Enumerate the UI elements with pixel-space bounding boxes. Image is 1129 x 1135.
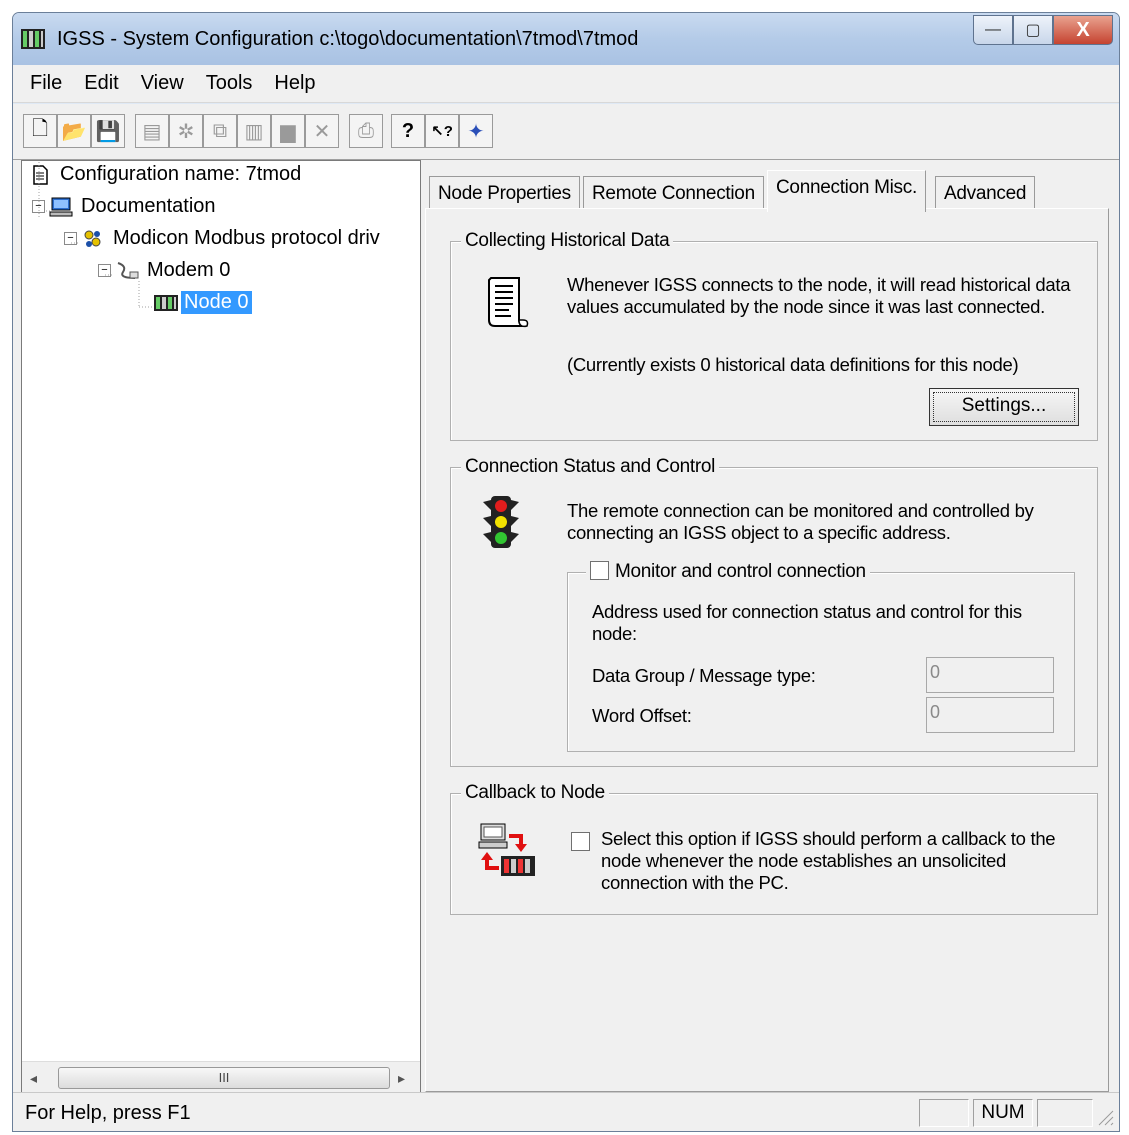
scroll-right-icon[interactable]: ▸ (398, 1070, 405, 1087)
connection-status-group: Connection Status and Control The remote… (450, 456, 1098, 767)
document-icon (33, 164, 48, 185)
collapse-icon[interactable]: − (64, 232, 77, 245)
menu-help[interactable]: Help (265, 72, 328, 95)
callback-legend: Callback to Node (461, 782, 609, 804)
node-icon (154, 294, 178, 311)
menu-bar: File Edit View Tools Help (13, 65, 1119, 103)
settings-label: Settings... (933, 392, 1075, 422)
monitor-label: Monitor and control connection (615, 561, 866, 582)
help-icon[interactable]: ? (391, 114, 425, 148)
status-cell-scroll (1037, 1099, 1093, 1127)
resize-grip-icon[interactable] (1093, 1105, 1115, 1127)
area-icon[interactable]: ▆ (271, 114, 305, 148)
wizard-icon[interactable]: ✦ (459, 114, 493, 148)
save-icon[interactable]: 💾 (91, 114, 125, 148)
tree-item-documentation[interactable]: − Documentation (32, 195, 216, 218)
address-description: Address used for connection status and c… (592, 601, 1022, 644)
tree-item-label: Modicon Modbus protocol driv (113, 227, 380, 249)
word-offset-label: Word Offset: (592, 705, 692, 726)
historical-data-group: Collecting Historical Data Whenever IGSS… (450, 230, 1098, 441)
context-help-icon[interactable]: ↖? (425, 114, 459, 148)
app-icon (21, 29, 45, 49)
maximize-button[interactable]: ▢ (1013, 15, 1053, 45)
historical-data-legend: Collecting Historical Data (461, 230, 674, 252)
tab-strip: Node Properties Remote Connection Connec… (425, 170, 1119, 212)
monitor-group: Monitor and control connection Address u… (567, 561, 1075, 752)
close-button[interactable]: X (1053, 15, 1113, 45)
title-bar[interactable]: IGSS - System Configuration c:\togo\docu… (13, 13, 1119, 65)
connection-status-description: The remote connection can be monitored a… (567, 500, 1034, 543)
connection-status-legend: Connection Status and Control (461, 456, 720, 478)
scroll-left-icon[interactable]: ◂ (30, 1070, 37, 1087)
tree-horizontal-scrollbar[interactable]: ◂ III ▸ (22, 1061, 420, 1093)
callback-description: Select this option if IGSS should perfor… (601, 828, 1056, 893)
new-document-icon[interactable]: 🗋 (23, 114, 57, 148)
historical-count: (Currently exists 0 historical data defi… (567, 354, 1019, 375)
document-scroll-icon (488, 277, 529, 328)
historical-description: Whenever IGSS connects to the node, it w… (567, 274, 1071, 317)
open-folder-icon[interactable]: 📂 (57, 114, 91, 148)
status-num: NUM (973, 1099, 1033, 1127)
table-icon[interactable]: ▥ (237, 114, 271, 148)
properties-pane: Node Properties Remote Connection Connec… (425, 160, 1119, 1094)
status-help-text: For Help, press F1 (25, 1102, 191, 1124)
tab-remote-connection[interactable]: Remote Connection (583, 176, 764, 210)
collapse-icon[interactable]: − (98, 264, 111, 277)
status-cell-caps (919, 1099, 969, 1127)
driver-icon (84, 230, 101, 247)
toolbar: 🗋 📂 💾 ▤ ✲ ⧉ ▥ ▆ ✕ ⎙ ? ↖? ✦ (13, 104, 1119, 160)
tab-connection-misc[interactable]: Connection Misc. (767, 170, 926, 212)
traffic-light-icon (483, 496, 519, 548)
callback-group: Callback to Node Select this option if I… (450, 782, 1098, 915)
content-area: Configuration name: 7tmod − Documentatio… (13, 160, 1119, 1094)
callback-checkbox[interactable] (571, 832, 590, 851)
collapse-icon[interactable]: − (32, 200, 45, 213)
tree-item-label: Modem 0 (147, 259, 231, 281)
minimize-button[interactable]: — (973, 15, 1013, 45)
computer-icon (49, 197, 73, 216)
status-bar: For Help, press F1 NUM (13, 1092, 1119, 1131)
node-icon[interactable]: ▤ (135, 114, 169, 148)
driver-icon[interactable]: ✲ (169, 114, 203, 148)
data-group-label: Data Group / Message type: (592, 665, 816, 686)
tree-item-modem[interactable]: − Modem 0 (98, 259, 230, 282)
main-window: IGSS - System Configuration c:\togo\docu… (12, 12, 1120, 1132)
tree-item-node[interactable]: Node 0 (154, 291, 252, 314)
tree-config-name[interactable]: Configuration name: 7tmod (28, 163, 301, 186)
tree-item-driver[interactable]: − Modicon Modbus protocol driv (64, 227, 380, 250)
tree-config-label: Configuration name: 7tmod (60, 163, 302, 185)
tab-advanced[interactable]: Advanced (935, 176, 1036, 210)
print-icon[interactable]: ⎙ (349, 114, 383, 148)
delete-icon[interactable]: ✕ (305, 114, 339, 148)
monitor-legend: Monitor and control connection (586, 561, 870, 583)
data-group-field[interactable]: 0 (926, 657, 1054, 693)
callback-icon (478, 823, 535, 876)
config-tree[interactable]: Configuration name: 7tmod − Documentatio… (21, 160, 421, 1094)
word-offset-field[interactable]: 0 (926, 697, 1054, 733)
tab-node-properties[interactable]: Node Properties (429, 176, 580, 210)
tab-panel: Collecting Historical Data Whenever IGSS… (425, 208, 1109, 1092)
tree-item-label: Documentation (81, 195, 216, 217)
copy-icon[interactable]: ⧉ (203, 114, 237, 148)
window-title: IGSS - System Configuration c:\togo\docu… (57, 28, 639, 50)
menu-file[interactable]: File (21, 72, 75, 95)
monitor-checkbox[interactable] (590, 561, 609, 580)
tree-item-label: Node 0 (181, 291, 252, 314)
settings-button[interactable]: Settings... (929, 388, 1079, 426)
menu-view[interactable]: View (132, 72, 197, 95)
scroll-thumb[interactable]: III (58, 1067, 390, 1089)
modem-icon (117, 261, 139, 279)
menu-edit[interactable]: Edit (75, 72, 131, 95)
menu-tools[interactable]: Tools (197, 72, 266, 95)
